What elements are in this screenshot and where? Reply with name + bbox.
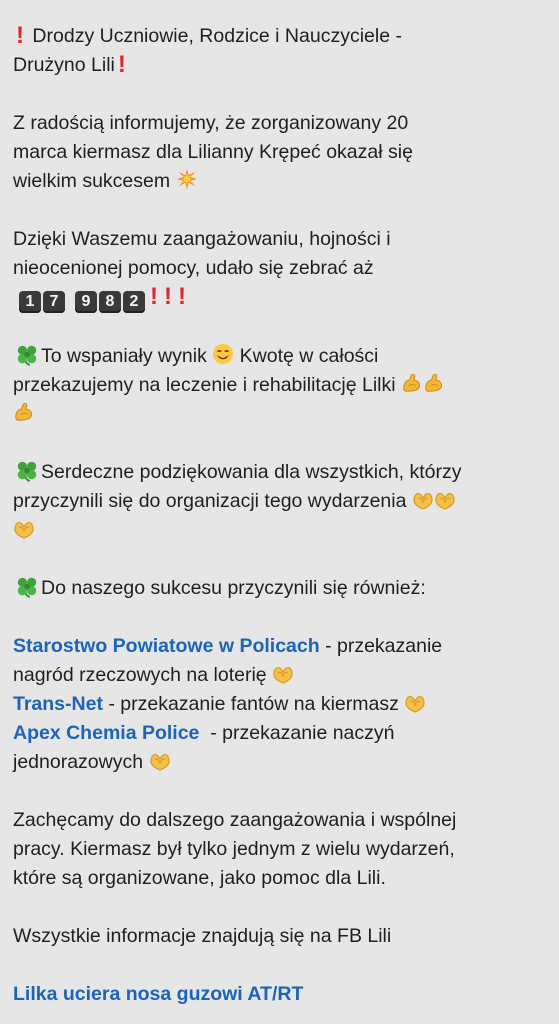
heart-hands-icon <box>413 493 433 510</box>
paragraph-line: Do naszego sukcesu przyczynili się równi… <box>13 574 547 603</box>
paragraph-encouragement: Zachęcamy do dalszego zaangażowania i ws… <box>13 806 547 893</box>
paragraph-line: Dzięki Waszemu zaangażowaniu, hojności i <box>13 228 391 250</box>
amount-line: 1 7 9 8 2!!! <box>13 283 547 313</box>
red-exclamation-icon: ! <box>164 283 172 310</box>
sponsor-link-trans-net[interactable]: Trans-Net <box>13 693 103 715</box>
sponsor-item: Trans-Net - przekazanie fantów na kierma… <box>13 690 547 719</box>
paragraph-gratitude: Serdeczne podziękowania dla wszystkich, … <box>13 458 547 545</box>
red-exclamation-icon: ! <box>178 283 186 310</box>
greeting-text: Drużyno Lili <box>13 54 115 76</box>
four-leaf-clover-icon <box>16 576 38 599</box>
sponsors-list: Starostwo Powiatowe w Policach - przekaz… <box>13 632 547 777</box>
heart-hands-icon <box>405 696 425 713</box>
paragraph-line: przyczynili się do organizacji tego wyda… <box>13 487 547 516</box>
smiling-face-icon <box>213 343 234 365</box>
sponsor-link-apex-chemia[interactable]: Apex Chemia Police <box>13 722 199 744</box>
paragraph-line: wielkim sukcesem <box>13 167 547 196</box>
sponsor-description: jednorazowych <box>13 751 144 773</box>
greeting: ! Drodzy Uczniowie, Rodzice i Nauczyciel… <box>13 22 547 80</box>
paragraph-line: marca kiermasz dla Lilianny Krępeć okaza… <box>13 141 413 163</box>
heart-hands-icon <box>149 754 170 771</box>
paragraph-line: pracy. Kiermasz był tylko jednym z wielu… <box>13 838 455 860</box>
keycap-digit-icon: 9 <box>75 291 97 313</box>
greeting-line: ! Drodzy Uczniowie, Rodzice i Nauczyciel… <box>13 22 547 51</box>
keycap-digit-icon: 1 <box>19 291 41 313</box>
sponsor-description: - przekazanie naczyń <box>199 722 395 744</box>
fb-link-container: Lilka uciera nosa guzowi AT/RT <box>13 980 547 1009</box>
collision-icon <box>176 168 197 190</box>
greeting-line: Drużyno Lili! <box>13 51 547 80</box>
paragraph-contributors: Do naszego sukcesu przyczynili się równi… <box>13 574 547 603</box>
sponsor-item: nagród rzeczowych na loterię <box>13 661 547 690</box>
paragraph-line: nieocenionej pomocy, udało się zebrać aż <box>13 257 374 279</box>
paragraph-line: Wszystkie informacje znajdują się na FB … <box>13 925 392 947</box>
keycap-digit-icon: 2 <box>123 291 145 313</box>
paragraph-text: wielkim sukcesem <box>13 170 171 192</box>
heart-hands-icon <box>14 522 34 539</box>
paragraph-result: To wspaniały wynik Kwotę w całości przek… <box>13 342 547 429</box>
paragraph-text: przyczynili się do organizacji tego wyda… <box>13 490 407 512</box>
sponsor-description: - przekazanie fantów na kiermasz <box>102 693 399 715</box>
heart-hands-icon <box>435 493 455 510</box>
paragraph-line: przekazujemy na leczenie i rehabilitację… <box>13 371 547 400</box>
flexed-biceps-icon <box>15 402 33 421</box>
greeting-text: Drodzy Uczniowie, Rodzice i Nauczyciele … <box>32 25 402 47</box>
paragraph-line: To wspaniały wynik Kwotę w całości <box>13 342 547 371</box>
sponsor-item: Starostwo Powiatowe w Policach - przekaz… <box>13 632 547 661</box>
sponsor-item: jednorazowych <box>13 748 547 777</box>
paragraph-text: Do naszego sukcesu przyczynili się równi… <box>41 577 426 599</box>
four-leaf-clover-icon <box>16 460 38 483</box>
flexed-biceps-icon <box>403 373 421 392</box>
paragraph-announcement: Z radością informujemy, że zorganizowany… <box>13 109 547 196</box>
paragraph-text: Serdeczne podziękowania dla wszystkich, … <box>41 461 462 483</box>
keycap-digit-icon: 8 <box>99 291 121 313</box>
red-exclamation-icon: ! <box>150 283 158 310</box>
sponsor-item: Apex Chemia Police - przekazanie naczyń <box>13 719 547 748</box>
sponsor-description: - przekazanie <box>319 635 443 657</box>
fb-page-link[interactable]: Lilka uciera nosa guzowi AT/RT <box>13 980 547 1009</box>
sponsor-description: nagród rzeczowych na loterię <box>13 664 267 686</box>
keycap-digit-icon: 7 <box>43 291 65 313</box>
paragraph-line: które są organizowane, jako pomoc dla Li… <box>13 867 386 889</box>
paragraph-line <box>13 516 547 545</box>
paragraph-info: Wszystkie informacje znajdują się na FB … <box>13 922 547 951</box>
paragraph-thanks: Dzięki Waszemu zaangażowaniu, hojności i… <box>13 225 547 313</box>
heart-hands-icon <box>273 667 293 684</box>
paragraph-line: Serdeczne podziękowania dla wszystkich, … <box>13 458 547 487</box>
sponsor-link-starostwo[interactable]: Starostwo Powiatowe w Policach <box>13 635 320 657</box>
post-container: ! Drodzy Uczniowie, Rodzice i Nauczyciel… <box>0 0 559 1024</box>
paragraph-text: To wspaniały wynik <box>41 345 207 367</box>
paragraph-line: Z radością informujemy, że zorganizowany… <box>13 112 409 134</box>
paragraph-line: Zachęcamy do dalszego zaangażowania i ws… <box>13 809 457 831</box>
paragraph-text: przekazujemy na leczenie i rehabilitację… <box>13 374 396 396</box>
red-exclamation-icon: ! <box>117 51 126 78</box>
red-exclamation-icon: ! <box>16 22 24 49</box>
paragraph-text: Kwotę w całości <box>239 345 379 367</box>
paragraph-line <box>13 400 547 429</box>
four-leaf-clover-icon <box>16 344 38 367</box>
flexed-biceps-icon <box>425 373 443 392</box>
